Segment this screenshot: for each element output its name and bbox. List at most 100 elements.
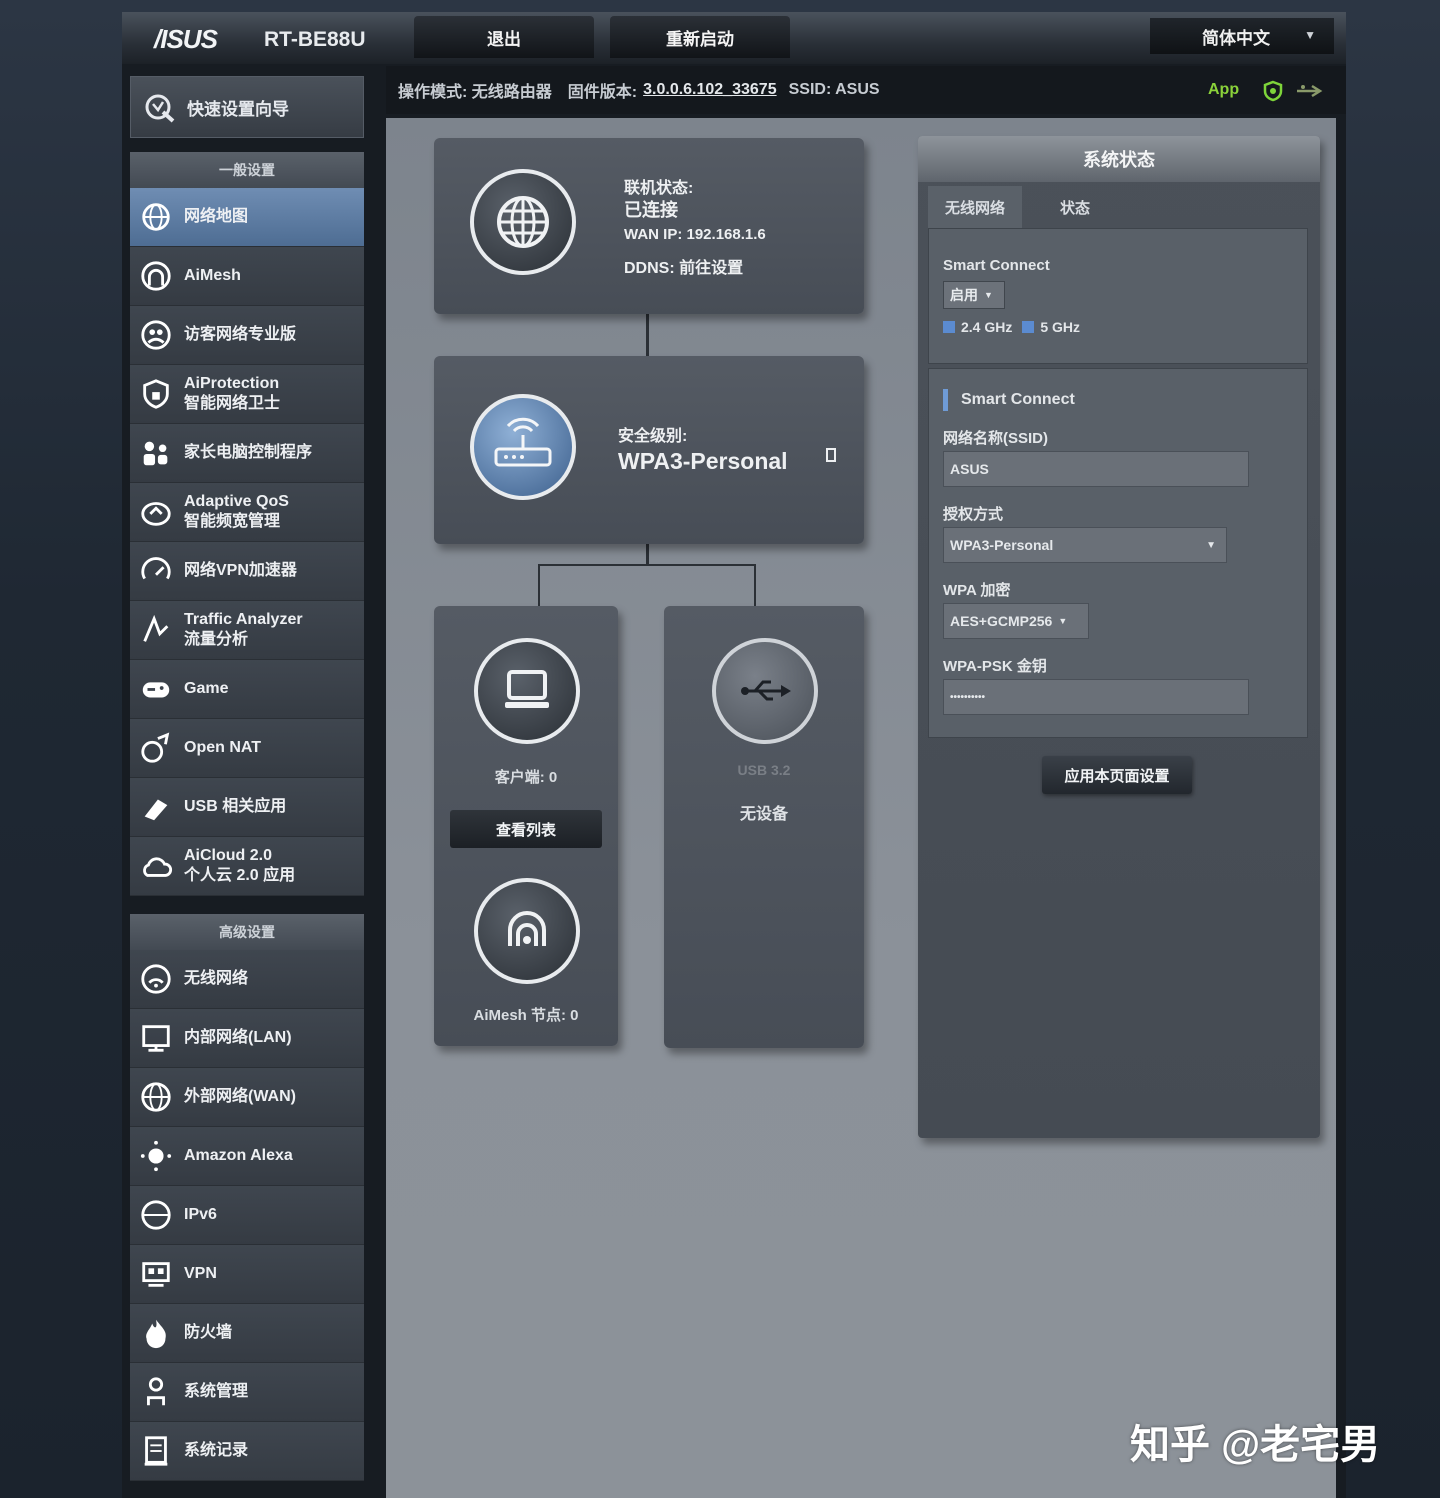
general-item-label: Open NAT xyxy=(184,739,262,756)
app-link[interactable]: App xyxy=(1208,81,1239,99)
firmware-version-link[interactable]: 3.0.0.6.102_33675 xyxy=(643,81,776,99)
ssid-text: SSID: ASUS xyxy=(788,81,880,98)
wpa-encryption-select[interactable]: AES+GCMP256 ▼ xyxy=(943,603,1089,639)
aimesh-count: AiMesh 节点: 0 xyxy=(473,1007,579,1024)
language-label: 简体中文 xyxy=(1202,28,1270,48)
parental-control-icon xyxy=(138,435,174,471)
advanced-item-3[interactable]: Amazon Alexa xyxy=(130,1127,364,1186)
general-settings-menu: 一般设置 网络地图 AiMesh 访客网络专业版 AiProtection 智能网络卫… xyxy=(130,152,364,896)
quick-setup-label: 快速设置向导 xyxy=(187,99,289,119)
general-item-4[interactable]: 家长电脑控制程序 xyxy=(130,424,364,483)
advanced-item-7[interactable]: 系统管理 xyxy=(130,1363,364,1422)
advanced-item-6[interactable]: 防火墙 xyxy=(130,1304,364,1363)
general-item-2[interactable]: 访客网络专业版 xyxy=(130,306,364,365)
info-icon[interactable] xyxy=(826,448,836,462)
ssid-input[interactable]: ASUS xyxy=(943,451,1249,487)
view-clients-button[interactable]: 查看列表 xyxy=(450,810,602,848)
general-item-0[interactable]: 网络地图 xyxy=(130,188,364,247)
tab-wireless[interactable]: 无线网络 xyxy=(928,186,1022,228)
ddns-link[interactable]: DDNS: 前往设置 xyxy=(624,254,743,278)
vpn-icon xyxy=(138,1256,174,1292)
chevron-down-icon: ▼ xyxy=(1304,28,1316,42)
usb-node[interactable] xyxy=(712,638,818,744)
system-status-title: 系统状态 xyxy=(918,136,1320,182)
gamepad-icon xyxy=(138,671,174,707)
status-bar: 操作模式: 无线路由器 固件版本: 3.0.0.6.102_33675 SSID… xyxy=(386,66,1346,114)
connector-line xyxy=(646,542,649,566)
shield-status-icon[interactable] xyxy=(1262,80,1284,102)
general-item-9[interactable]: Open NAT xyxy=(130,719,364,778)
reboot-button[interactable]: 重新启动 xyxy=(610,16,790,58)
psk-input[interactable]: •••••••••• xyxy=(943,679,1249,715)
general-item-5[interactable]: Adaptive QoS 智能频宽管理 xyxy=(130,483,364,542)
general-item-label: AiMesh xyxy=(184,267,241,284)
auth-method-label: 授权方式 xyxy=(943,506,1004,523)
ipv6-icon xyxy=(138,1197,174,1233)
internet-status-label: 联机状态: xyxy=(624,180,694,197)
quick-setup-button[interactable]: 快速设置向导 xyxy=(130,76,364,138)
firewall-icon xyxy=(138,1315,174,1351)
general-item-label: 网络地图 xyxy=(184,208,249,225)
advanced-item-label: 系统管理 xyxy=(184,1383,249,1400)
advanced-item-4[interactable]: IPv6 xyxy=(130,1186,364,1245)
advanced-item-label: Amazon Alexa xyxy=(184,1147,293,1164)
smart-connect-select[interactable]: 启用 ▼ xyxy=(943,281,1005,309)
section-marker xyxy=(943,389,948,411)
connector-line xyxy=(754,564,756,608)
general-item-label: Game xyxy=(184,680,229,697)
router-node[interactable] xyxy=(470,394,576,500)
advanced-item-1[interactable]: 内部网络(LAN) xyxy=(130,1009,364,1068)
advanced-item-0[interactable]: 无线网络 xyxy=(130,950,364,1009)
tab-status[interactable]: 状态 xyxy=(1028,186,1122,228)
usb-status-icon[interactable] xyxy=(1294,80,1324,102)
security-level-label: 安全级别: xyxy=(618,428,688,445)
connector-line xyxy=(538,564,540,608)
wpa-encryption-value: AES+GCMP256 xyxy=(950,613,1053,629)
general-item-1[interactable]: AiMesh xyxy=(130,247,364,306)
general-item-label: 网络VPN加速器 xyxy=(184,562,297,579)
auth-method-select[interactable]: WPA3-Personal ▼ xyxy=(943,527,1227,563)
advanced-item-label: IPv6 xyxy=(184,1206,217,1223)
general-item-label: Traffic Analyzer 流量分析 xyxy=(184,611,303,648)
general-item-6[interactable]: 网络VPN加速器 xyxy=(130,542,364,601)
apply-button[interactable]: 应用本页面设置 xyxy=(1042,756,1192,794)
open-nat-icon xyxy=(138,730,174,766)
general-item-label: AiProtection 智能网络卫士 xyxy=(184,375,281,412)
globe-icon xyxy=(497,196,549,248)
chevron-down-icon: ▼ xyxy=(984,290,993,300)
cloud-icon xyxy=(138,848,174,884)
band-24-checkbox[interactable] xyxy=(943,321,955,333)
alexa-icon xyxy=(138,1138,174,1174)
usb-app-icon xyxy=(138,789,174,825)
smart-connect-value: 启用 xyxy=(950,287,978,303)
clients-node[interactable] xyxy=(474,638,580,744)
advanced-section-title: 高级设置 xyxy=(130,914,364,950)
logout-button[interactable]: 退出 xyxy=(414,16,594,58)
general-item-11[interactable]: AiCloud 2.0 个人云 2.0 应用 xyxy=(130,837,364,896)
vpn-accelerator-icon xyxy=(138,553,174,589)
router-model: RT-BE88U xyxy=(264,28,366,51)
advanced-item-2[interactable]: 外部网络(WAN) xyxy=(130,1068,364,1127)
wizard-icon xyxy=(145,94,175,123)
general-section-title: 一般设置 xyxy=(130,152,364,188)
advanced-item-label: 内部网络(LAN) xyxy=(184,1029,292,1046)
general-item-label: AiCloud 2.0 个人云 2.0 应用 xyxy=(184,847,296,884)
advanced-item-label: VPN xyxy=(184,1265,217,1282)
ssid-label: 网络名称(SSID) xyxy=(943,430,1049,447)
advanced-item-8[interactable]: 系统记录 xyxy=(130,1422,364,1481)
aimesh-node[interactable] xyxy=(474,878,580,984)
guest-network-icon xyxy=(138,317,174,353)
general-item-3[interactable]: AiProtection 智能网络卫士 xyxy=(130,365,364,424)
language-select[interactable]: 简体中文 ▼ xyxy=(1150,18,1334,54)
auth-method-value: WPA3-Personal xyxy=(950,537,1054,553)
general-item-7[interactable]: Traffic Analyzer 流量分析 xyxy=(130,601,364,660)
band-checkboxes: 2.4 GHz 5 GHz xyxy=(943,319,1080,335)
band-5-checkbox[interactable] xyxy=(1022,321,1035,333)
advanced-item-5[interactable]: VPN xyxy=(130,1245,364,1304)
general-item-10[interactable]: USB 相关应用 xyxy=(130,778,364,837)
qos-icon xyxy=(138,494,174,530)
admin-icon xyxy=(138,1374,174,1410)
clients-count: 客户端: 0 xyxy=(494,769,558,786)
internet-node[interactable] xyxy=(470,169,576,275)
general-item-8[interactable]: Game xyxy=(130,660,364,719)
